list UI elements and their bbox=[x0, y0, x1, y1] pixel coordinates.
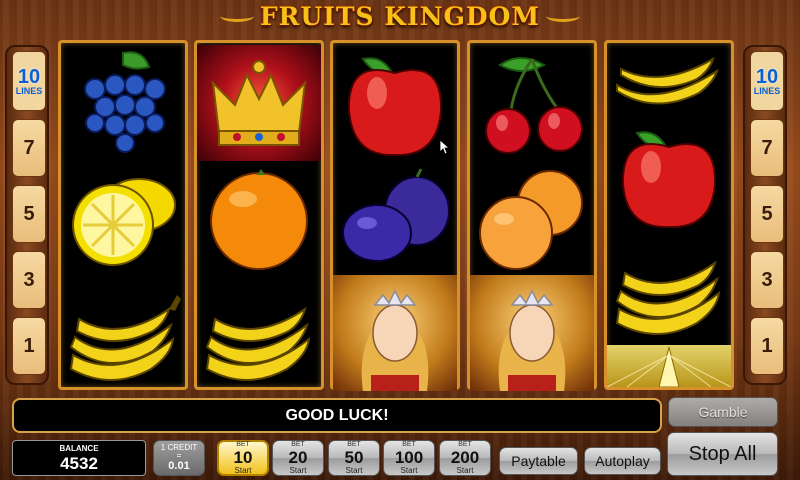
line-5-right[interactable]: 5 bbox=[750, 185, 784, 243]
gamble-button[interactable]: Gamble bbox=[668, 397, 778, 427]
bet-label: BET bbox=[458, 441, 472, 448]
bet-value: 100 bbox=[394, 448, 424, 467]
lines-count-value: 10 bbox=[17, 65, 41, 88]
reel-3 bbox=[330, 40, 460, 391]
bet-label: BET bbox=[347, 441, 361, 448]
bet-start-label: Start bbox=[289, 466, 307, 475]
stop-all-button[interactable]: Stop All bbox=[667, 432, 778, 476]
banana-icon bbox=[197, 275, 321, 391]
message-bar: GOOD LUCK! bbox=[12, 398, 662, 433]
line-7-right[interactable]: 7 bbox=[750, 119, 784, 177]
flourish-left-icon bbox=[219, 10, 254, 22]
star-icon bbox=[607, 345, 731, 387]
princess-icon bbox=[470, 275, 594, 391]
bet-label: BET bbox=[236, 441, 250, 448]
plum-icon bbox=[333, 161, 457, 277]
bet-50-button[interactable]: BET 50 Start bbox=[328, 440, 380, 476]
bet-100-button[interactable]: BET 100 Start bbox=[383, 440, 435, 476]
bet-start-label: Start bbox=[345, 466, 363, 475]
reel-5 bbox=[604, 40, 734, 390]
lines-count-right[interactable]: 10 LINES bbox=[750, 51, 784, 111]
credit-value-button[interactable]: 1 CREDIT = 0.01 bbox=[153, 440, 205, 476]
line-1-right[interactable]: 1 bbox=[750, 317, 784, 375]
autoplay-button[interactable]: Autoplay bbox=[584, 447, 661, 475]
reel-2 bbox=[194, 40, 324, 390]
balance-display: BALANCE 4532 bbox=[12, 440, 146, 476]
line-5-left[interactable]: 5 bbox=[12, 185, 46, 243]
title-bar: FRUITS KINGDOM bbox=[0, 0, 800, 32]
line-3-left[interactable]: 3 bbox=[12, 251, 46, 309]
paytable-button[interactable]: Paytable bbox=[499, 447, 578, 475]
lines-label: LINES bbox=[753, 85, 781, 96]
grapes-icon bbox=[61, 45, 185, 161]
bet-label: BET bbox=[402, 441, 416, 448]
lemon-icon bbox=[61, 161, 185, 277]
reel-4 bbox=[467, 40, 597, 391]
cherry-icon bbox=[470, 45, 594, 161]
bet-label: BET bbox=[291, 441, 305, 448]
bet-start-label: Start bbox=[456, 466, 474, 475]
banana-icon bbox=[61, 275, 185, 391]
lines-label: LINES bbox=[15, 85, 43, 96]
banana-icon bbox=[607, 233, 731, 343]
bet-value: 20 bbox=[288, 448, 308, 467]
apple-icon bbox=[333, 45, 457, 161]
bet-value: 50 bbox=[344, 448, 364, 467]
crown-icon bbox=[197, 45, 321, 161]
apple-icon bbox=[607, 123, 731, 233]
balance-label: BALANCE bbox=[59, 443, 99, 453]
balance-value: 4532 bbox=[60, 453, 98, 473]
bet-start-label: Start bbox=[400, 466, 418, 475]
lines-count-value: 10 bbox=[755, 65, 779, 88]
bet-value: 200 bbox=[450, 448, 480, 467]
bet-start-label: Start bbox=[234, 466, 252, 475]
line-7-left[interactable]: 7 bbox=[12, 119, 46, 177]
princess-icon bbox=[333, 275, 457, 391]
banana-icon bbox=[607, 45, 731, 125]
bet-value: 10 bbox=[233, 448, 253, 467]
credit-value: 0.01 bbox=[168, 459, 190, 472]
reel-1 bbox=[58, 40, 188, 390]
bet-20-button[interactable]: BET 20 Start bbox=[272, 440, 324, 476]
line-3-right[interactable]: 3 bbox=[750, 251, 784, 309]
flourish-right-icon bbox=[546, 10, 581, 22]
orange-icon bbox=[197, 161, 321, 277]
line-1-left[interactable]: 1 bbox=[12, 317, 46, 375]
lines-count-left[interactable]: 10 LINES bbox=[12, 51, 46, 111]
paylines-right: 10 LINES 7 5 3 1 bbox=[743, 45, 787, 385]
apricot-icon bbox=[470, 161, 594, 277]
game-title: FRUITS KINGDOM bbox=[259, 1, 541, 31]
bet-10-button[interactable]: BET 10 Start bbox=[217, 440, 269, 476]
paylines-left: 10 LINES 7 5 3 1 bbox=[5, 45, 49, 385]
bet-200-button[interactable]: BET 200 Start bbox=[439, 440, 491, 476]
